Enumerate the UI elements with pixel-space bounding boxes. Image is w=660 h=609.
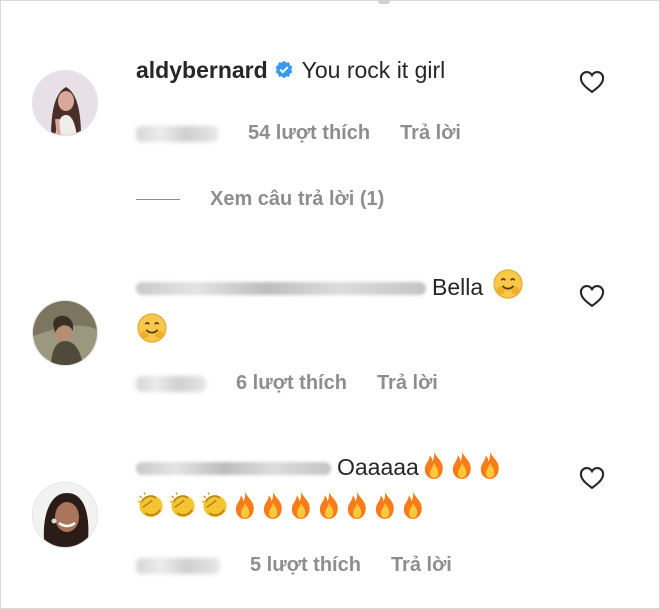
comment-text-line: Oaaaaa (136, 450, 556, 488)
reply-button[interactable]: Trả lời (391, 554, 452, 576)
comment-text-line: Bella (136, 268, 556, 308)
partial-element-top (378, 0, 390, 4)
username-redacted[interactable] (136, 282, 426, 296)
heart-outline-icon[interactable] (578, 464, 606, 497)
view-replies-label: Xem câu trả lời (1) (210, 188, 385, 210)
comment-text-line (136, 490, 556, 528)
comment-text: Bella (432, 274, 484, 300)
comment-text: Oaaaaa (337, 454, 419, 480)
timestamp-redacted (136, 375, 206, 392)
smiling-face-emoji (136, 312, 168, 352)
username-redacted[interactable] (136, 462, 331, 476)
fire-emoji (372, 490, 398, 528)
clapping-hands-emoji (136, 490, 166, 528)
timestamp-redacted (136, 125, 218, 142)
avatar[interactable] (32, 300, 98, 366)
comment-text-line (136, 312, 556, 352)
comment-text-line: aldybernard You rock it girl (136, 54, 556, 88)
fire-emoji (316, 490, 342, 528)
fire-emoji (232, 490, 258, 528)
comment-meta: 5 lượt thích Trả lời (136, 554, 452, 577)
like-count[interactable]: 54 lượt thích (248, 122, 370, 144)
like-count[interactable]: 6 lượt thích (236, 372, 347, 394)
divider-line (136, 199, 180, 201)
avatar[interactable] (32, 482, 98, 548)
view-replies-button[interactable]: Xem câu trả lời (1) (136, 188, 384, 211)
verified-badge-icon (274, 56, 294, 88)
reply-button[interactable]: Trả lời (377, 372, 438, 394)
comment-meta: 54 lượt thích Trả lời (136, 122, 461, 145)
reply-button[interactable]: Trả lời (400, 122, 461, 144)
clapping-hands-emoji (200, 490, 230, 528)
fire-emoji (400, 490, 426, 528)
avatar[interactable] (32, 70, 98, 136)
comment-username[interactable]: aldybernard (136, 57, 268, 83)
heart-outline-icon[interactable] (578, 282, 606, 315)
fire-emoji (421, 450, 447, 488)
fire-emoji (344, 490, 370, 528)
comment-text: You rock it girl (301, 57, 446, 83)
fire-emoji (477, 450, 503, 488)
fire-emoji (260, 490, 286, 528)
clapping-hands-emoji (168, 490, 198, 528)
timestamp-redacted (136, 557, 220, 574)
heart-outline-icon[interactable] (578, 68, 606, 101)
like-count[interactable]: 5 lượt thích (250, 554, 361, 576)
fire-emoji (288, 490, 314, 528)
fire-emoji (449, 450, 475, 488)
smiling-face-emoji (492, 268, 524, 308)
comment-meta: 6 lượt thích Trả lời (136, 372, 438, 395)
